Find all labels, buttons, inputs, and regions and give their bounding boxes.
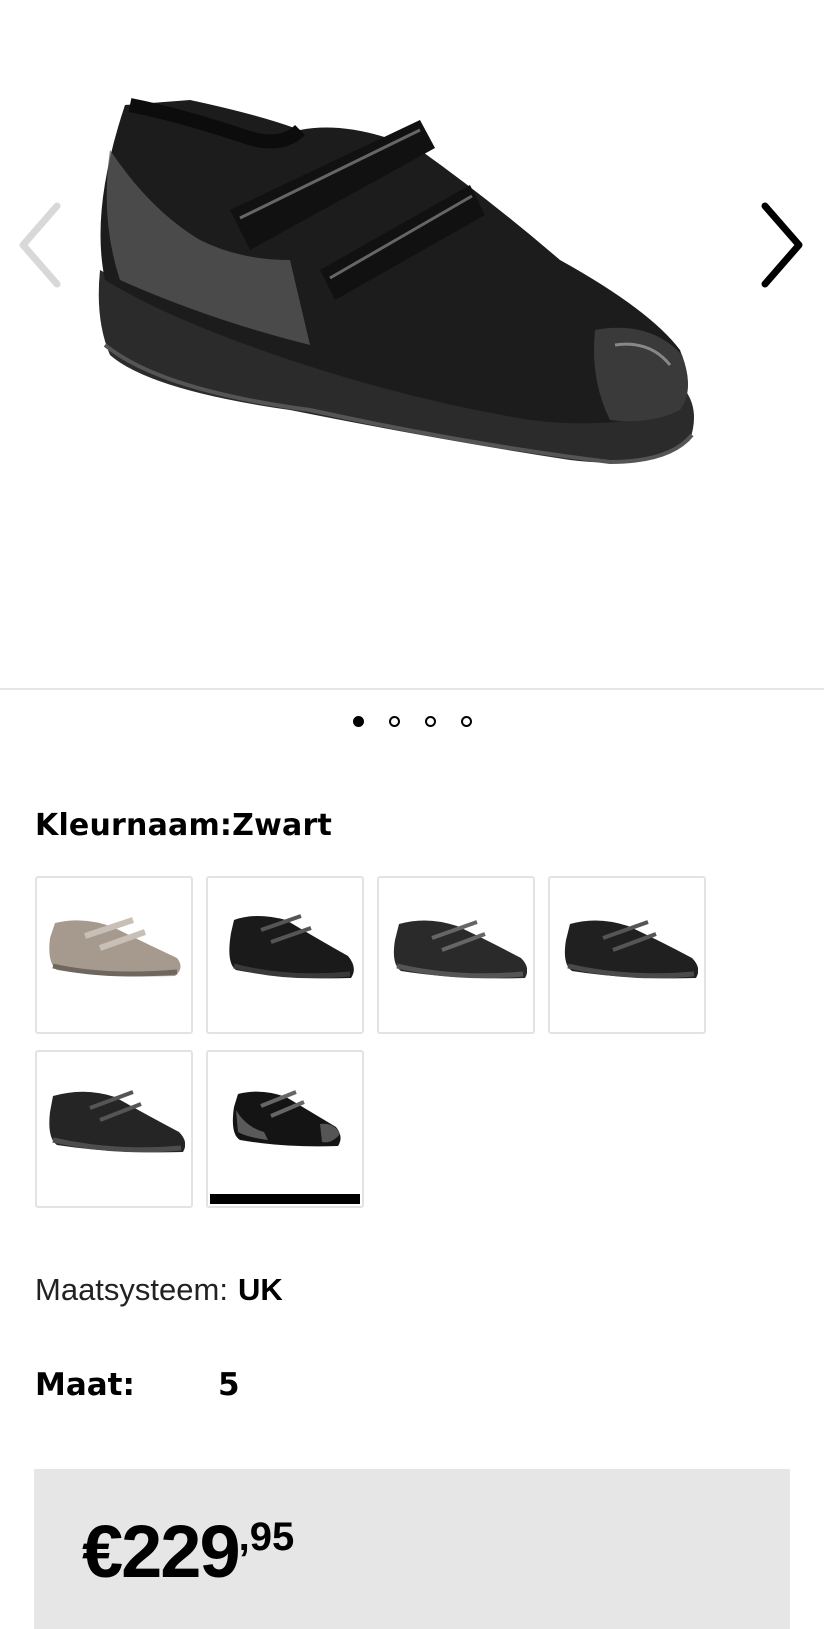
shoe-thumbnail [232,1090,341,1147]
chevron-right-icon [761,202,803,288]
price-panel: €229,95 [34,1469,790,1629]
pagination-dot-2[interactable] [388,716,400,727]
size-system-value[interactable]: UK [238,1272,283,1307]
shoe-thumbnail [229,914,354,979]
size-system-row: Maatsysteem: UK [35,1272,283,1308]
shoe-thumbnail [49,917,181,977]
pagination-dot-1[interactable] [352,716,364,727]
price: €229,95 [82,1509,294,1594]
previous-image-button[interactable] [10,195,70,295]
chevron-left-icon [19,202,61,288]
color-swatch-black-4[interactable] [35,1050,193,1208]
pagination-dot-4[interactable] [460,716,472,727]
shoe-thumbnail [393,920,527,979]
color-swatch-black-3[interactable] [548,876,706,1034]
color-swatch-black-2[interactable] [377,876,535,1034]
color-swatch-black-1[interactable] [206,876,364,1034]
pagination-dot-3[interactable] [424,716,436,727]
size-label: Maat: [35,1367,135,1403]
color-swatch-taupe[interactable] [35,876,193,1034]
next-image-button[interactable] [752,195,812,295]
product-image-carousel[interactable] [0,0,824,690]
size-system-label: Maatsysteem: [35,1272,228,1307]
size-value[interactable]: 5 [218,1367,240,1403]
carousel-pagination [0,716,824,727]
shoe-thumbnail [49,1090,185,1153]
color-name-label: Kleurnaam:Zwart [35,808,332,843]
price-cents: ,95 [238,1515,295,1559]
price-main: €229 [82,1510,241,1593]
color-swatch-black-patent[interactable] [206,1050,364,1208]
product-image [98,98,694,465]
shoe-thumbnail [564,920,698,979]
